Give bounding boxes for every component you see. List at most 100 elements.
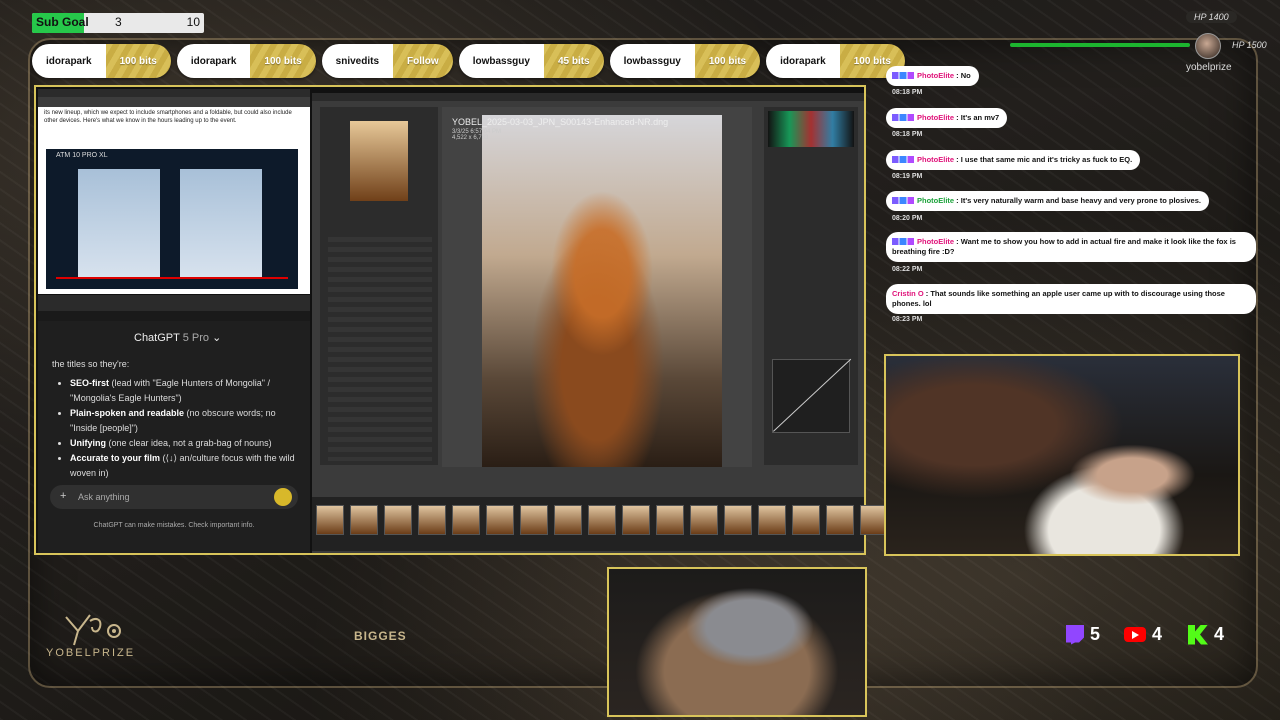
- filmstrip-thumbnail[interactable]: [690, 505, 718, 535]
- chatgpt-model-version: 5 Pro: [182, 332, 210, 344]
- hp-top-label: HP 1400: [1186, 11, 1237, 23]
- filmstrip-thumbnail[interactable]: [486, 505, 514, 535]
- browser-url-bar[interactable]: [38, 311, 310, 321]
- ticker-value: 45 bits: [543, 44, 604, 78]
- video-thumbnail: [78, 169, 160, 277]
- chatgpt-model-selector[interactable]: ChatGPT 5 Pro ⌄: [134, 331, 221, 344]
- ticker-item: idorapark 100 bits: [32, 44, 171, 78]
- chat-text: No: [960, 71, 971, 80]
- list-item-bold: Unifying: [70, 438, 106, 448]
- chat-time: 08:23 PM: [892, 316, 923, 323]
- list-item-text: (one clear idea, not a grab-bag of nouns…: [106, 438, 272, 448]
- add-icon[interactable]: +: [60, 490, 66, 502]
- chat-text: That sounds like something an apple user…: [892, 289, 1225, 308]
- ticker-value: 100 bits: [250, 44, 316, 78]
- video-progress-bar[interactable]: [56, 277, 288, 279]
- list-item-bold: SEO-first: [70, 378, 110, 388]
- filmstrip-thumbnail[interactable]: [622, 505, 650, 535]
- chat-username: PhotoElite: [917, 155, 955, 164]
- list-item: Unifying (one clear idea, not a grab-bag…: [70, 436, 300, 451]
- filmstrip-thumbnail[interactable]: [350, 505, 378, 535]
- ticker-name: snivedits: [321, 44, 394, 78]
- chat-username: PhotoElite: [917, 71, 955, 80]
- chat-text: It's very naturally warm and base heavy …: [960, 196, 1201, 205]
- list-item-bold: Plain-spoken and readable: [70, 408, 185, 418]
- chat-badges-icon: [892, 197, 914, 204]
- history-list[interactable]: [328, 237, 432, 461]
- social-count: 5: [1090, 624, 1101, 644]
- navigator-thumbnail[interactable]: [350, 121, 408, 201]
- avatar: [1195, 33, 1221, 59]
- hp-right-label: HP 1500: [1232, 40, 1267, 50]
- filmstrip-thumbnail[interactable]: [418, 505, 446, 535]
- chatgpt-disclaimer: ChatGPT can make mistakes. Check importa…: [93, 522, 255, 529]
- filmstrip-thumbnail[interactable]: [656, 505, 684, 535]
- hp-bar: [1010, 43, 1191, 47]
- browser-tab-bar[interactable]: [38, 295, 310, 311]
- browser-window-chatgpt[interactable]: ChatGPT 5 Pro ⌄ the titles so they're: S…: [38, 295, 310, 553]
- twitch-icon: [1066, 624, 1084, 645]
- filmstrip-thumbnail[interactable]: [554, 505, 582, 535]
- chat-badges-icon: [892, 156, 914, 163]
- list-item: Plain-spoken and readable (no obscure wo…: [70, 406, 300, 436]
- filmstrip-thumbnail[interactable]: [588, 505, 616, 535]
- voice-mode-button[interactable]: [274, 488, 292, 506]
- filmstrip-thumbnail[interactable]: [452, 505, 480, 535]
- article-text: its new lineup, which we expect to inclu…: [44, 110, 292, 124]
- social-count: 4: [1152, 624, 1163, 644]
- filmstrip-thumbnail[interactable]: [384, 505, 412, 535]
- filmstrip-thumbnail[interactable]: [792, 505, 820, 535]
- browser-window-article[interactable]: its new lineup, which we expect to inclu…: [38, 89, 310, 294]
- list-item: Accurate to your film (⟨↓⟩ an/culture fo…: [70, 451, 300, 481]
- browser-url-bar[interactable]: [38, 97, 310, 107]
- filmstrip-thumbnail[interactable]: [758, 505, 786, 535]
- ticker-name: idorapark: [32, 44, 106, 78]
- streamer-username: yobelprize: [1186, 62, 1232, 73]
- ticker-item: lowbassguy 100 bits: [609, 44, 761, 78]
- ticker-value: 100 bits: [105, 44, 171, 78]
- lightroom-right-panel[interactable]: [764, 107, 858, 465]
- ticker-name: idorapark: [176, 44, 251, 78]
- chat-time: 08:18 PM: [892, 131, 923, 138]
- chat-time: 08:19 PM: [892, 173, 923, 180]
- lightroom-main-view[interactable]: YOBEL_2025-03-03_JPN_S00143-Enhanced-NR.…: [442, 107, 752, 467]
- ticker-item: lowbassguy 45 bits: [458, 44, 604, 78]
- screen-share: its new lineup, which we expect to inclu…: [34, 85, 888, 555]
- lightroom-left-panel[interactable]: [320, 107, 438, 465]
- chatgpt-input-placeholder: Ask anything: [78, 492, 130, 502]
- chat-badges-icon: [892, 114, 914, 121]
- filmstrip-thumbnail[interactable]: [316, 505, 344, 535]
- sub-goal-target: 10: [186, 15, 200, 29]
- video-player[interactable]: ATM 10 PRO XL: [46, 149, 298, 289]
- social-kick: 4: [1188, 624, 1224, 645]
- tone-curve[interactable]: [772, 359, 850, 433]
- banner-text: BIGGES: [354, 629, 407, 643]
- logo-text: YOBELPRIZE: [46, 647, 136, 659]
- response-intro: the titles so they're:: [52, 359, 130, 369]
- lightroom-titlebar: [312, 93, 864, 101]
- yobelprize-logo-icon: [65, 614, 121, 646]
- ticker-name: lowbassguy: [609, 44, 695, 78]
- chatgpt-response: the titles so they're: SEO-first (lead w…: [52, 357, 300, 481]
- event-ticker: idorapark 100 bits idorapark 100 bits sniv…: [32, 44, 905, 78]
- social-count: 4: [1214, 624, 1225, 644]
- video-thumbnail: [180, 169, 262, 277]
- filmstrip[interactable]: [312, 497, 888, 551]
- chat-message: PhotoElite : It's very naturally warm an…: [886, 191, 1209, 211]
- filmstrip-thumbnail[interactable]: [724, 505, 752, 535]
- chatgpt-input[interactable]: + Ask anything: [50, 485, 298, 509]
- ticker-item: snivedits Follow: [321, 44, 453, 78]
- chat-message: PhotoElite : No: [886, 66, 979, 86]
- browser-tab-bar[interactable]: [38, 89, 310, 97]
- lightroom-window[interactable]: YOBEL_2025-03-03_JPN_S00143-Enhanced-NR.…: [312, 93, 888, 553]
- fox-photo[interactable]: [482, 115, 722, 467]
- chat-username: PhotoElite: [917, 196, 955, 205]
- filmstrip-thumbnail[interactable]: [826, 505, 854, 535]
- youtube-icon: [1124, 627, 1146, 642]
- photo-meta: 3/3/25 6:57:04 PM 4,522 x 6,783: [452, 129, 502, 141]
- list-item-bold: Accurate to your film: [70, 453, 161, 463]
- ticker-value: 100 bits: [694, 44, 761, 78]
- chat-badges-icon: [892, 72, 914, 79]
- chat-message: Cristin O : That sounds like something a…: [886, 284, 1256, 314]
- filmstrip-thumbnail[interactable]: [520, 505, 548, 535]
